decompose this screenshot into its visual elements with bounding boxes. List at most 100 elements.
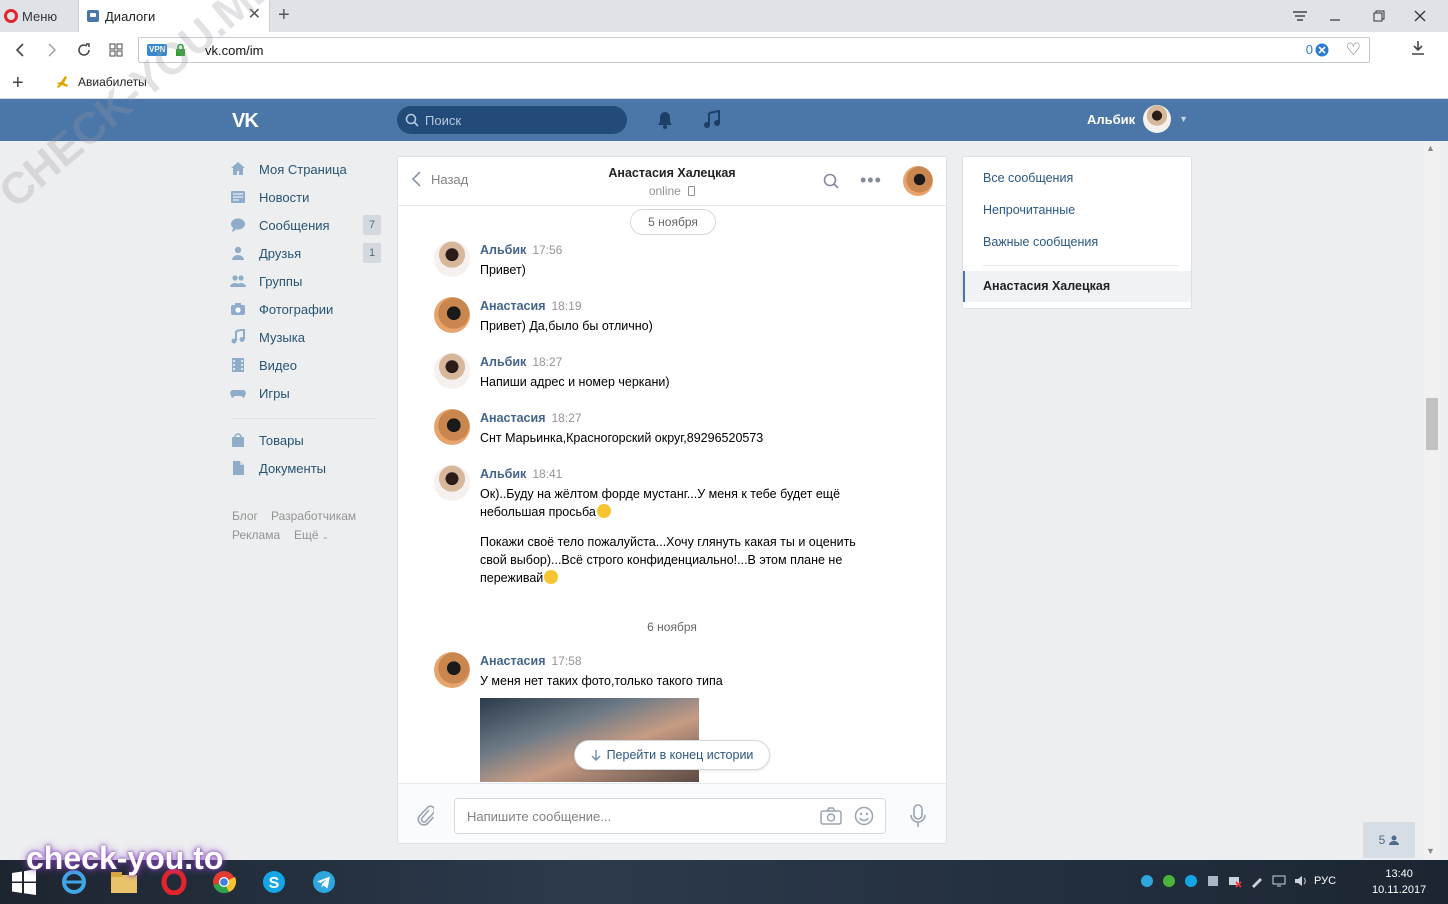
internet-explorer-icon[interactable] [56,864,92,900]
attach-paperclip-icon[interactable] [416,804,434,826]
message-author[interactable]: Анастасия 18:27 [480,411,582,425]
message-time: 18:19 [551,299,582,313]
jump-to-end-button[interactable]: Перейти в конец истории [574,740,770,770]
message-avatar[interactable] [434,297,470,333]
footer-link-developers[interactable]: Разработчикам [271,509,356,523]
opera-browser-icon[interactable] [156,864,192,900]
scroll-up-arrow-icon[interactable]: ▲ [1426,143,1435,153]
sidebar-item-friends[interactable]: Друзья [230,240,301,266]
skype-icon[interactable]: S [256,864,292,900]
address-bar[interactable]: VPN vk.com/im 0 ♡ [138,37,1370,63]
tab-menu-icon[interactable] [1285,4,1315,28]
speed-dial-icon[interactable] [106,40,126,60]
sidebar-count-badge[interactable]: 7 [363,215,381,235]
tab-close-icon[interactable]: ✕ [248,7,261,23]
bookmark-heart-icon[interactable]: ♡ [1346,40,1361,60]
message-author[interactable]: Анастасия 17:58 [480,654,582,668]
filter-all-messages[interactable]: Все сообщения [983,171,1073,185]
smile-emoji-icon [544,570,559,584]
message-time: 18:27 [532,355,563,369]
online-status-label: online [648,184,681,198]
back-nav-button[interactable] [10,40,30,60]
header-avatar [1143,105,1172,133]
forward-nav-button[interactable] [42,40,62,60]
active-dialog-item[interactable]: Анастасия Халецкая [963,271,1191,302]
more-actions-icon[interactable]: ••• [860,171,882,189]
restore-button[interactable] [1364,4,1394,28]
reload-button[interactable] [74,40,94,60]
sidebar-item-camera[interactable]: Фотографии [230,296,333,322]
tab-title: Диалоги [105,8,156,24]
vpn-badge-icon[interactable]: VPN [147,44,168,56]
add-bookmark-button[interactable]: + [12,72,24,94]
camera-icon [230,301,246,317]
notifications-bell-icon[interactable] [656,110,674,130]
bookmark-flights[interactable]: Авиабилеты [54,74,147,90]
vk-logo-icon[interactable]: VK [232,110,259,133]
sidebar-item-documents[interactable]: Документы [230,455,326,481]
camera-icon[interactable] [820,807,842,825]
footer-link-ads[interactable]: Реклама [232,528,280,542]
chevron-down-icon: ▼ [1179,114,1189,124]
chevron-down-icon: ⌄ [321,532,329,541]
footer-link-blog[interactable]: Блог [232,509,258,523]
emoji-picker-icon[interactable] [854,806,874,826]
sidebar-item-games[interactable]: Игры [230,380,290,406]
sidebar-item-home[interactable]: Моя Страница [230,156,347,182]
lock-icon[interactable] [175,43,186,57]
taskbar-clock[interactable]: 13:40 10.11.2017 [1372,866,1426,898]
message-time: 18:27 [551,411,582,425]
chat-contact-avatar[interactable] [903,166,933,196]
footer-link-more[interactable]: Ещё ⌄ [294,528,329,542]
message-avatar[interactable] [434,353,470,389]
minimize-button[interactable] [1320,4,1350,28]
filter-important[interactable]: Важные сообщения [983,235,1098,249]
message-time: 17:58 [551,654,582,668]
message-time: 18:41 [532,467,563,481]
chrome-icon[interactable] [206,864,242,900]
filter-unread[interactable]: Непрочитанные [983,203,1075,217]
message-avatar[interactable] [434,465,470,501]
scroll-down-arrow-icon[interactable]: ▼ [1426,846,1435,856]
download-icon[interactable] [1410,40,1426,56]
message-avatar[interactable] [434,241,470,277]
music-player-icon[interactable] [703,110,721,130]
sidebar-item-news[interactable]: Новости [230,184,309,210]
new-tab-button[interactable]: + [278,4,290,26]
sidebar-item-music[interactable]: Музыка [230,324,305,350]
chat-search-icon[interactable] [823,173,839,189]
message-avatar[interactable] [434,652,470,688]
sidebar-count-badge[interactable]: 1 [363,243,381,263]
page-scrollbar[interactable] [1424,141,1440,860]
sidebar-item-goods[interactable]: Товары [230,427,304,453]
microphone-icon[interactable] [910,804,926,828]
sidebar-item-messages[interactable]: Сообщения [230,212,330,238]
message-author[interactable]: Альбик 17:56 [480,243,562,257]
close-window-button[interactable] [1405,4,1435,28]
network-error-tray-icon [1229,877,1242,888]
message-avatar[interactable] [434,409,470,445]
message-author[interactable]: Анастасия 18:19 [480,299,582,313]
windows-start-icon[interactable] [6,864,42,900]
telegram-icon[interactable] [306,864,342,900]
file-explorer-icon[interactable] [106,864,142,900]
online-friends-button[interactable]: 5 [1363,822,1415,858]
vk-search-input[interactable]: Поиск [397,106,627,134]
opera-menu-button[interactable]: Меню [4,6,57,26]
sidebar-item-video[interactable]: Видео [230,352,297,378]
ad-block-counter[interactable]: 0 [1306,42,1329,57]
message-text: Напиши адрес и номер черкани) [480,375,670,389]
browser-tab-dialogs[interactable]: Диалоги ✕ [78,0,270,32]
message-author[interactable]: Альбик 18:27 [480,355,562,369]
message-filters-panel: Все сообщения Непрочитанные Важные сообщ… [962,156,1192,309]
bookmarks-bar [0,68,1448,99]
vk-favicon-icon [87,10,99,22]
relieved-emoji-icon [596,504,611,518]
message-author[interactable]: Альбик 18:41 [480,467,562,481]
scrollbar-thumb[interactable] [1426,398,1438,450]
header-user-menu[interactable]: Альбик ▼ [1087,105,1188,133]
jump-to-end-label: Перейти в конец истории [606,748,754,762]
sidebar-item-groups[interactable]: Группы [230,268,302,294]
news-icon [230,189,246,205]
keyboard-language[interactable]: РУС [1314,875,1336,887]
